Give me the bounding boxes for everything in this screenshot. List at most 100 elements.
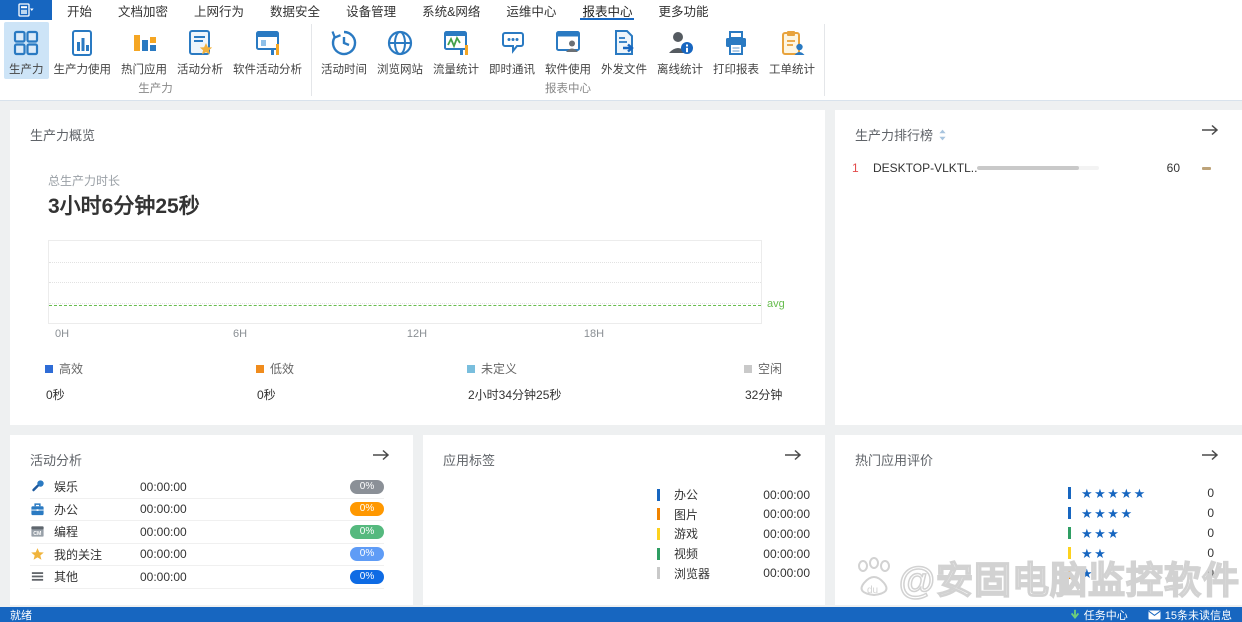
ribbon-item-1-8[interactable]: 工单统计	[764, 22, 820, 79]
panel-title: 应用标签	[443, 450, 495, 469]
tag-label: 办公	[674, 488, 699, 503]
ribbon-item-label: 外发文件	[601, 64, 647, 76]
rating-count: 0	[1207, 486, 1214, 500]
rating-color-bar	[1068, 547, 1071, 559]
legend-value: 0秒	[257, 388, 276, 402]
ribbon-item-label: 活动分析	[177, 64, 223, 76]
app-menu-button[interactable]	[0, 0, 52, 20]
rank-number: 1	[852, 161, 859, 175]
tag-color-bar	[657, 567, 660, 580]
tag-time: 00:00:00	[763, 507, 810, 522]
rating-color-bar	[1068, 527, 1071, 539]
ratings-list: ★★★★★ 0 ★★★★ 0 ★★★ 0 ★★ 0 ★ 0	[1068, 483, 1214, 583]
legend-item: 未定义 2小时34分钟25秒	[467, 360, 672, 403]
activity-analysis-panel: 活动分析 娱乐 00:00:00 0% 办公 00:00:00 0% CM 编程 00:00:0…	[10, 435, 413, 605]
app-tag-row: 游戏 00:00:00	[657, 524, 810, 544]
user-info-icon	[665, 27, 695, 59]
grid-icon	[11, 27, 41, 59]
panel-title-text: 热门应用评价	[855, 453, 934, 468]
app-tag-row: 视频 00:00:00	[657, 544, 810, 564]
activity-row: CM 编程 00:00:00 0%	[30, 521, 384, 544]
menu-tab-1[interactable]: 开始	[54, 0, 105, 20]
menu-tab-9[interactable]: 更多功能	[645, 0, 721, 20]
tag-label: 图片	[674, 507, 699, 522]
ribbon-item-1-1[interactable]: 浏览网站	[372, 22, 428, 79]
status-ready-text: 就绪	[10, 609, 32, 622]
app-tag-row: 浏览器 00:00:00	[657, 563, 810, 583]
gridline	[49, 282, 761, 283]
forward-arrow-icon[interactable]	[1200, 123, 1220, 142]
app-tag-row: 图片 00:00:00	[657, 505, 810, 525]
ribbon-item-0-1[interactable]: 生产力使用	[49, 22, 117, 79]
menu-tab-2[interactable]: 文档加密	[105, 0, 181, 20]
ribbon-item-0-4[interactable]: 软件活动分析	[228, 22, 307, 79]
legend-swatch	[744, 364, 752, 373]
task-center-button[interactable]: 任务中心	[1070, 607, 1128, 622]
stars-4: ★★★★	[1081, 505, 1134, 521]
stars-2: ★★	[1081, 545, 1108, 561]
activity-label: 娱乐	[54, 480, 79, 495]
rating-row: ★ 0	[1068, 563, 1214, 583]
tag-time: 00:00:00	[763, 546, 810, 561]
menu-tab-3[interactable]: 上网行为	[181, 0, 257, 20]
ribbon-item-1-7[interactable]: 打印报表	[708, 22, 764, 79]
legend-label: 高效	[59, 362, 84, 376]
menu-tab-8[interactable]: 报表中心	[569, 0, 645, 20]
average-line	[49, 304, 761, 306]
star-icon	[30, 547, 45, 562]
activity-time: 00:00:00	[140, 502, 187, 517]
globe-icon	[385, 27, 415, 59]
ribbon-group: 生产力 生产力使用 热门应用 活动分析 软件活动分析 生产力	[3, 20, 308, 100]
ribbon-item-0-3[interactable]: 活动分析	[172, 22, 228, 79]
forward-arrow-icon[interactable]	[783, 448, 803, 467]
panel-title: 生产力排行榜	[855, 125, 947, 144]
ribbon-group-label: 生产力	[138, 83, 173, 95]
ribbon-item-label: 软件使用	[545, 64, 591, 76]
app-window-icon	[18, 3, 34, 17]
score-bar	[977, 166, 1099, 170]
ribbon-item-1-4[interactable]: 软件使用	[540, 22, 596, 79]
menu-tab-5[interactable]: 设备管理	[333, 0, 409, 20]
forward-arrow-icon[interactable]	[371, 448, 391, 467]
unread-messages-button[interactable]: 15条未读信息	[1148, 607, 1232, 622]
panel-title: 生产力概览	[30, 125, 95, 144]
ribbon-item-1-3[interactable]: 即时通讯	[484, 22, 540, 79]
panel-title: 活动分析	[30, 450, 82, 469]
ribbon-item-1-2[interactable]: 流量统计	[428, 22, 484, 79]
menu-tab-4[interactable]: 数据安全	[257, 0, 333, 20]
x-tick-label: 18H	[583, 328, 605, 340]
tag-color-bar	[657, 527, 660, 540]
x-tick-label: 6H	[232, 328, 248, 340]
svg-text:CM: CM	[33, 531, 42, 537]
menu-tab-6[interactable]: 系统&网络	[409, 0, 493, 20]
menu-tab-7[interactable]: 运维中心	[493, 0, 569, 20]
ribbon-item-0-0[interactable]: 生产力	[4, 22, 49, 79]
productivity-ranking-panel: 生产力排行榜 1 DESKTOP-VLKTL... 60	[835, 110, 1242, 425]
sort-icon[interactable]	[938, 129, 947, 141]
gridline	[49, 261, 761, 263]
ribbon-item-label: 工单统计	[769, 64, 815, 76]
doc-bars-icon	[67, 27, 97, 59]
window-user-icon	[553, 27, 583, 59]
bars-icon	[129, 27, 159, 59]
tag-time: 00:00:00	[763, 566, 810, 581]
ribbon-item-1-5[interactable]: 外发文件	[596, 22, 652, 79]
mail-icon	[1148, 610, 1161, 619]
device-name: DESKTOP-VLKTL...	[873, 161, 977, 175]
percent-badge: 0%	[350, 547, 384, 562]
ribbon-item-label: 生产力	[9, 64, 44, 76]
tag-color-bar	[657, 547, 660, 560]
panel-title: 热门应用评价	[855, 450, 933, 469]
ribbon-item-1-6[interactable]: 离线统计	[652, 22, 708, 79]
forward-arrow-icon[interactable]	[1200, 448, 1220, 467]
rating-row: ★★★★ 0	[1068, 503, 1214, 523]
activity-time: 00:00:00	[140, 524, 187, 539]
tag-label: 浏览器	[674, 566, 711, 581]
ribbon-item-0-2[interactable]: 热门应用	[116, 22, 172, 79]
activity-label: 我的关注	[54, 547, 103, 562]
ribbon-group: 活动时间 浏览网站 流量统计 即时通讯 软件使用 外发文件 离线统计 打印报表 工单统计 报表中心	[315, 20, 821, 100]
panel-title-text: 生产力概览	[30, 128, 96, 143]
tag-time: 00:00:00	[763, 487, 810, 502]
ribbon-item-1-0[interactable]: 活动时间	[316, 22, 372, 79]
chat-icon	[497, 27, 527, 59]
